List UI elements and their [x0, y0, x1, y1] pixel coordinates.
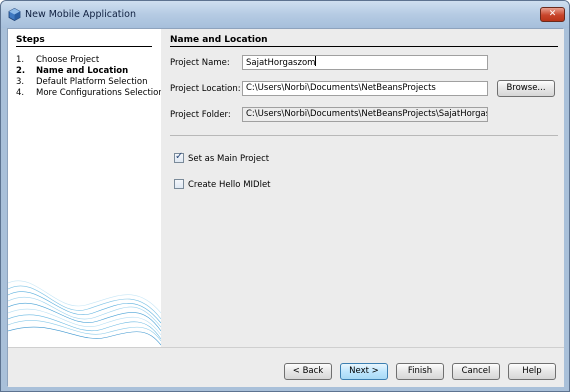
step-item-active: 2. Name and Location [16, 66, 161, 77]
project-folder-label: Project Folder: [170, 110, 231, 120]
form-divider [170, 135, 558, 136]
project-folder-field: C:\Users\Norbi\Documents\NetBeansProject… [242, 107, 488, 122]
section-title: Name and Location [170, 35, 268, 45]
help-button[interactable]: Help [508, 363, 556, 380]
step-label: Choose Project [36, 55, 100, 65]
step-label: Name and Location [36, 66, 129, 76]
title-bar[interactable]: New Mobile Application ✕ [1, 1, 569, 28]
steps-list: 1. Choose Project 2. Name and Location 3. D… [16, 55, 161, 99]
steps-panel: Steps 1. Choose Project 2. Name and Locati… [8, 29, 161, 347]
project-location-label: Project Location: [170, 84, 241, 94]
finish-button[interactable]: Finish [396, 363, 444, 380]
step-number: 4. [16, 88, 25, 98]
create-hello-midlet-option[interactable]: Create Hello MIDlet [174, 179, 271, 191]
decorative-wave-graphic [8, 280, 161, 346]
step-item: 4. More Configurations Selection [16, 88, 161, 99]
back-button[interactable]: < Back [284, 363, 332, 380]
project-name-value: SajatHorgaszom [246, 58, 316, 68]
step-item: 1. Choose Project [16, 55, 161, 66]
cancel-button[interactable]: Cancel [452, 363, 500, 380]
wizard-button-bar: < Back Next > Finish Cancel Help [8, 347, 564, 387]
create-hello-midlet-checkbox[interactable] [174, 179, 184, 189]
steps-divider [16, 46, 152, 47]
step-number: 2. [16, 66, 26, 76]
step-number: 3. [16, 77, 25, 87]
create-hello-midlet-label: Create Hello MIDlet [188, 180, 271, 190]
steps-title: Steps [16, 35, 45, 45]
section-divider [170, 46, 558, 47]
step-label: Default Platform Selection [36, 77, 148, 87]
close-button[interactable]: ✕ [540, 7, 565, 22]
set-main-project-checkbox[interactable]: ✓ [174, 151, 184, 163]
name-and-location-panel: Name and Location Project Name: SajatHor… [161, 29, 564, 347]
wizard-window: New Mobile Application ✕ Steps 1. Choose … [0, 0, 570, 392]
step-number: 1. [16, 55, 25, 65]
set-main-project-option[interactable]: ✓ Set as Main Project [174, 151, 270, 165]
project-name-input[interactable]: SajatHorgaszom [242, 55, 488, 70]
text-caret [315, 56, 317, 66]
window-title: New Mobile Application [25, 9, 137, 20]
checkmark-icon: ✓ [175, 151, 184, 162]
set-main-project-label: Set as Main Project [188, 154, 270, 164]
next-button[interactable]: Next > [340, 363, 388, 380]
step-item: 3. Default Platform Selection [16, 77, 161, 88]
browse-button[interactable]: Browse... [497, 80, 555, 97]
project-name-label: Project Name: [170, 58, 230, 68]
wizard-client-area: Steps 1. Choose Project 2. Name and Locati… [7, 28, 564, 387]
netbeans-cube-icon [8, 8, 21, 21]
step-label: More Configurations Selection [36, 88, 161, 98]
project-location-input[interactable]: C:\Users\Norbi\Documents\NetBeansProject… [242, 81, 488, 96]
